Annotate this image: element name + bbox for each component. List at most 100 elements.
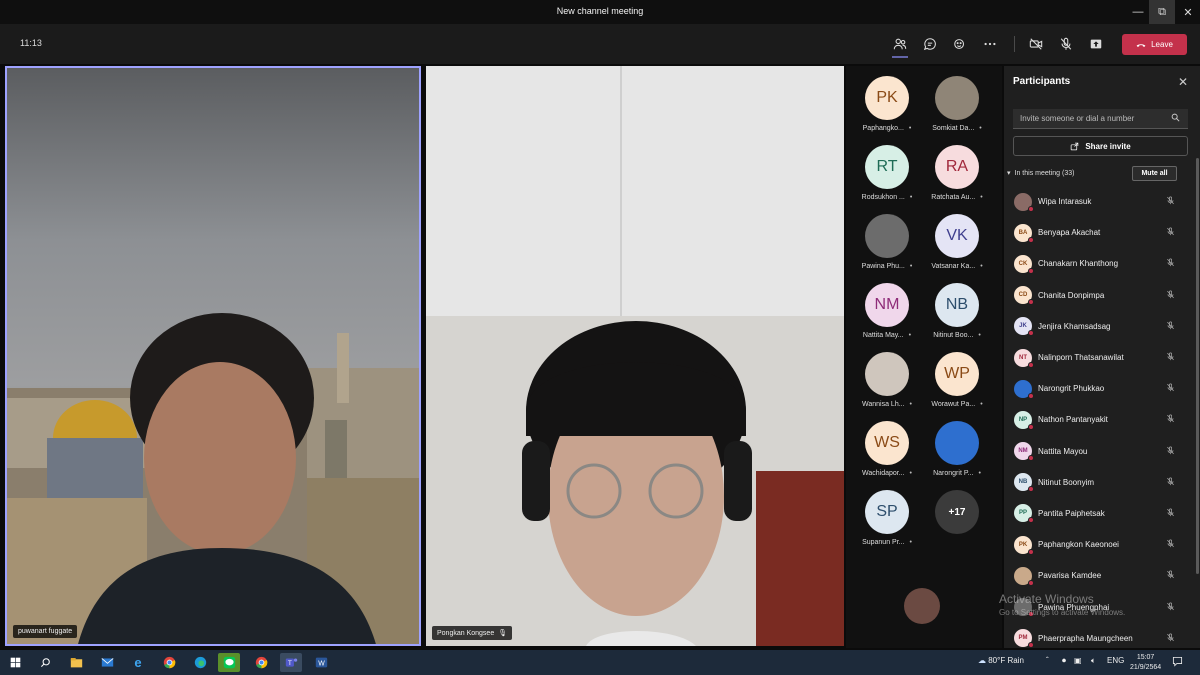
chrome-profile-icon[interactable] — [250, 653, 272, 672]
taskbar-date: 21/9/2564 — [1130, 664, 1162, 671]
line-app-icon[interactable] — [218, 653, 240, 672]
participant-row[interactable]: CD Chanita Donpimpa — [1004, 280, 1194, 311]
microphone-muted-icon[interactable] — [1166, 258, 1175, 269]
gallery-participant-name: Wachidapor... — [862, 470, 905, 477]
restore-button[interactable]: ⧉ — [1149, 0, 1175, 24]
volume-icon[interactable]: 🔈︎ — [1091, 656, 1096, 666]
participant-row[interactable]: Pavarisa Kamdee — [1004, 560, 1194, 591]
language-indicator[interactable]: ENG — [1107, 656, 1124, 665]
network-icon[interactable]: ▣ — [1074, 656, 1082, 665]
search-icon[interactable] — [1171, 113, 1180, 124]
microphone-muted-icon[interactable] — [1166, 227, 1175, 238]
microphone-muted-icon[interactable] — [1166, 446, 1175, 457]
avatar: NP — [1014, 410, 1034, 430]
gallery-tile[interactable]: SP Supanun Pr... • — [852, 490, 922, 556]
invite-input[interactable] — [1013, 109, 1188, 129]
mail-icon[interactable] — [96, 653, 118, 672]
gallery-tile[interactable]: +17 — [922, 490, 992, 556]
participant-row[interactable]: NP Nathon Pantanyakit — [1004, 404, 1194, 435]
avatar: CK — [1014, 254, 1034, 274]
participant-row[interactable]: Narongrit Phukkao — [1004, 373, 1194, 404]
file-explorer-icon[interactable] — [65, 653, 87, 672]
participants-icon[interactable] — [890, 34, 910, 58]
avatar-initials: NP — [1018, 416, 1028, 423]
edge-icon[interactable] — [189, 653, 211, 672]
gallery-tile[interactable]: Wannisa Lh... • — [852, 352, 922, 418]
gallery-tile[interactable]: RA Ratchata Au... • — [922, 145, 992, 211]
participant-row[interactable]: PK Paphangkon Kaeonoei — [1004, 529, 1194, 560]
close-window-button[interactable]: ✕ — [1175, 0, 1200, 24]
taskbar-time: 15:07 — [1136, 654, 1155, 661]
gallery-participant-name: Vatsanar Ka... — [931, 263, 976, 270]
camera-off-icon[interactable] — [1026, 34, 1046, 54]
microphone-off-icon[interactable] — [1056, 34, 1076, 54]
microphone-muted-icon[interactable] — [1166, 570, 1175, 581]
participant-row[interactable]: JK Jenjira Khamsadsag — [1004, 311, 1194, 342]
word-icon[interactable]: W — [310, 653, 332, 672]
self-video-avatar[interactable] — [904, 588, 940, 624]
close-icon[interactable]: ✕ — [1178, 75, 1188, 89]
microphone-muted-icon[interactable] — [1166, 321, 1175, 332]
gallery-tile[interactable]: WS Wachidapor... • — [852, 421, 922, 487]
gallery-tile[interactable]: RT Rodsukhon ... • — [852, 145, 922, 211]
presence-status-icon — [1028, 299, 1034, 306]
start-icon[interactable] — [4, 653, 26, 672]
microphone-muted-icon[interactable] — [1166, 196, 1175, 207]
microphone-muted-icon[interactable] — [1166, 539, 1175, 550]
avatar: BA — [1014, 223, 1034, 243]
microphone-muted-icon[interactable] — [1166, 633, 1175, 644]
participant-row[interactable]: NT Nalinporn Thatsanawilat — [1004, 342, 1194, 373]
gallery-tile[interactable]: NM Nattita May... • — [852, 283, 922, 349]
leave-button[interactable]: Leave — [1122, 34, 1187, 55]
teams-icon[interactable]: T — [280, 653, 302, 672]
avatar-initials: CD — [1018, 292, 1028, 299]
gallery-tile[interactable]: Somkiat Da... • — [922, 76, 992, 142]
gallery-participant-name: Pawina Phu... — [861, 263, 905, 270]
microphone-muted-icon[interactable] — [1166, 414, 1175, 425]
weather-widget[interactable]: ☁ 80°F Rain — [978, 656, 1024, 665]
gallery-tile[interactable]: PK Paphangko... • — [852, 76, 922, 142]
gallery-tile[interactable]: NB Nitinut Boo... • — [922, 283, 992, 349]
presence-status-icon — [1028, 486, 1034, 493]
presence-status-icon — [1028, 455, 1034, 462]
microphone-muted-icon[interactable] — [1166, 383, 1175, 394]
mute-all-button[interactable]: Mute all — [1132, 166, 1177, 181]
gallery-tile[interactable]: Pawina Phu... • — [852, 214, 922, 280]
notifications-icon[interactable] — [1172, 656, 1183, 669]
chat-icon[interactable] — [920, 34, 940, 54]
internet-explorer-icon[interactable]: e — [127, 653, 149, 672]
gallery-tile[interactable]: VK Vatsanar Ka... • — [922, 214, 992, 280]
search-icon[interactable] — [34, 653, 56, 672]
participant-row[interactable]: NB Nitinut Boonyim — [1004, 467, 1194, 498]
microphone-muted-icon[interactable] — [1166, 508, 1175, 519]
microphone-muted-icon[interactable] — [1166, 602, 1175, 613]
reactions-icon[interactable] — [950, 34, 970, 54]
tray-chevron-icon[interactable]: ˆ — [1046, 656, 1049, 665]
in-meeting-section-header[interactable]: ▾ In this meeting (33) — [1007, 169, 1074, 178]
video-tile-pongkan[interactable]: Pongkan Kongsee 🎙︎ — [426, 66, 844, 646]
microphone-muted-icon[interactable] — [1166, 290, 1175, 301]
participant-row[interactable]: BA Benyapa Akachat — [1004, 217, 1194, 248]
video-tile-puwanart[interactable]: puwanart fuggate — [5, 66, 421, 646]
microphone-muted-icon[interactable] — [1166, 352, 1175, 363]
share-invite-button[interactable]: Share invite — [1013, 136, 1188, 156]
microphone-muted-icon[interactable] — [1166, 477, 1175, 488]
participant-list-scrollbar[interactable] — [1196, 158, 1199, 574]
participant-row[interactable]: Wipa Intarasuk — [1004, 186, 1194, 217]
participant-row[interactable]: PP Pantita Paiphetsak — [1004, 498, 1194, 529]
more-actions-icon[interactable] — [980, 34, 1000, 54]
share-screen-icon[interactable] — [1086, 34, 1106, 54]
tray-microphone-icon[interactable]: ⏺ — [1062, 656, 1066, 666]
taskbar-clock[interactable]: 15:07 21/9/2564 — [1130, 653, 1161, 673]
participant-row[interactable]: Pawina Phuengphai — [1004, 591, 1194, 622]
gallery-tile[interactable]: Narongrit P... • — [922, 421, 992, 487]
gallery-tile[interactable]: WP Worawut Pa... • — [922, 352, 992, 418]
avatar: +17 — [935, 490, 979, 534]
avatar: SP — [865, 490, 909, 534]
participant-row[interactable]: NM Nattita Mayou — [1004, 436, 1194, 467]
gallery-name-row: Nattita May... • — [852, 332, 922, 339]
minimize-button[interactable]: — — [1125, 0, 1151, 24]
avatar: NM — [1014, 442, 1034, 462]
chrome-icon[interactable] — [158, 653, 180, 672]
participant-row[interactable]: CK Chanakarn Khanthong — [1004, 248, 1194, 279]
